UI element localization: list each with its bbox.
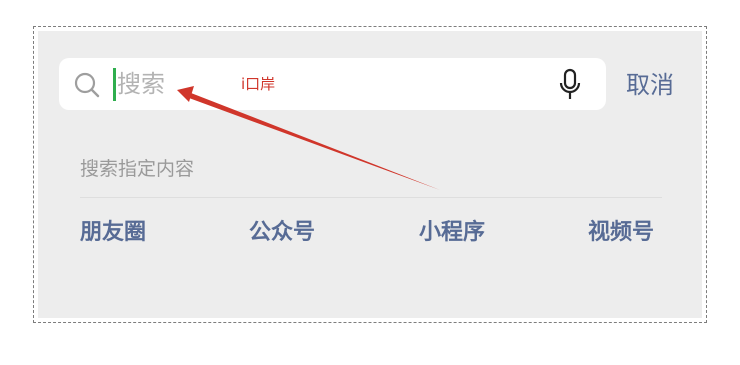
search-input[interactable] xyxy=(117,64,227,104)
divider xyxy=(80,197,662,198)
text-cursor xyxy=(113,68,116,101)
category-mini-programs[interactable]: 小程序 xyxy=(419,217,485,249)
category-official-accounts[interactable]: 公众号 xyxy=(249,217,315,249)
search-section-title: 搜索指定内容 xyxy=(80,158,195,180)
cancel-button[interactable]: 取消 xyxy=(626,68,674,102)
annotation-label: i口岸 xyxy=(241,75,276,93)
category-moments[interactable]: 朋友圈 xyxy=(80,217,146,249)
search-icon xyxy=(74,72,100,98)
category-channels[interactable]: 视频号 xyxy=(588,217,654,249)
microphone-icon[interactable] xyxy=(557,68,583,102)
